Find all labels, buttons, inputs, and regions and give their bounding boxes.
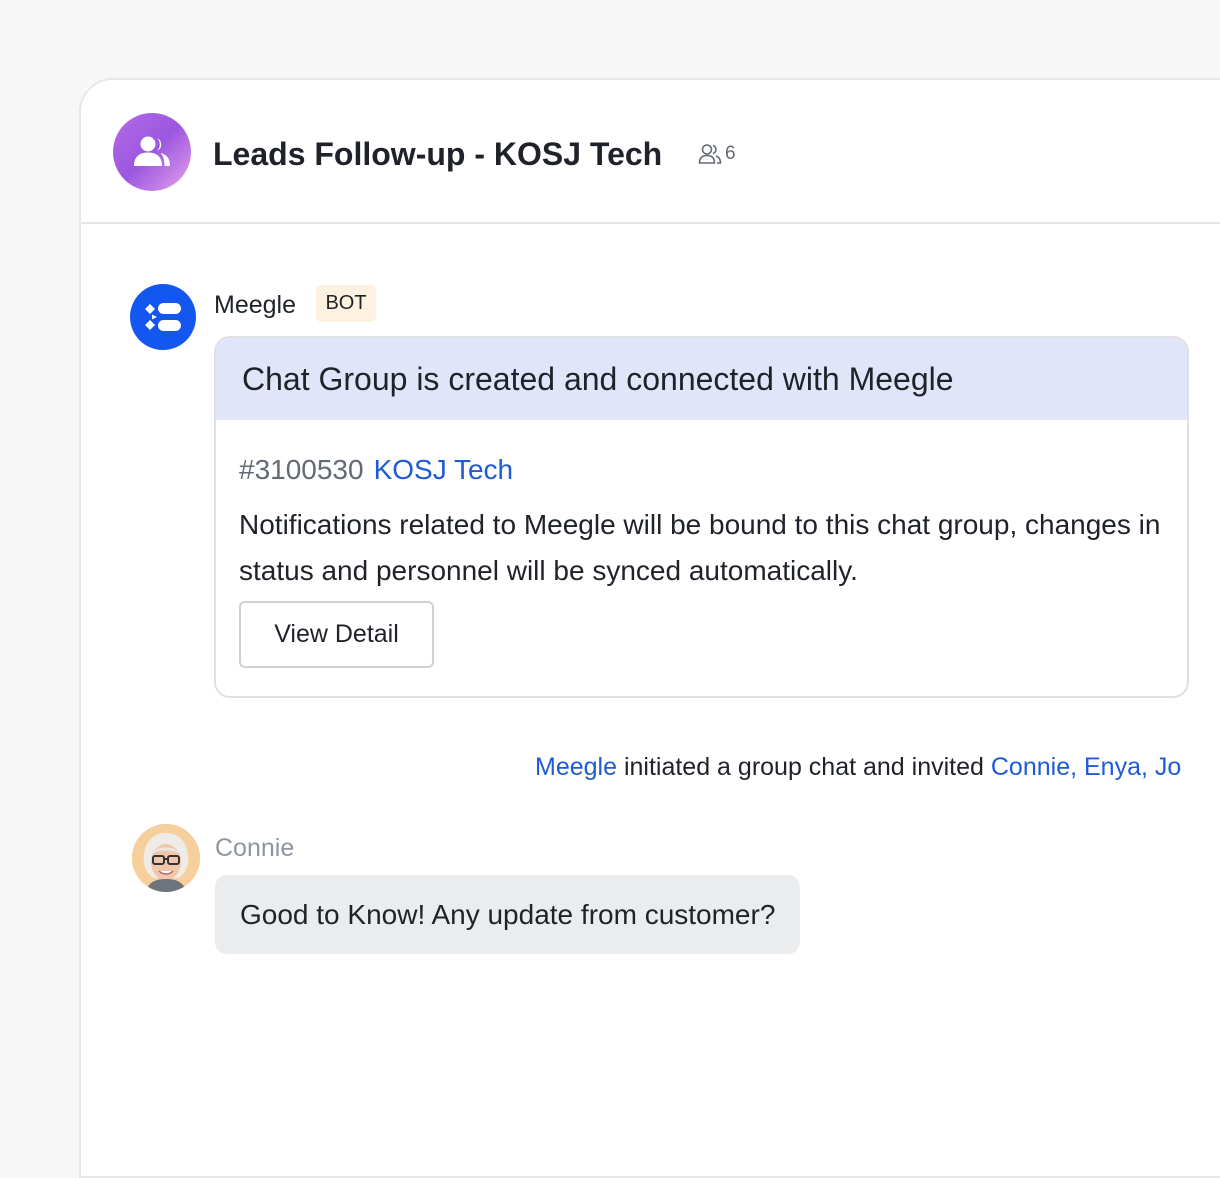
- bot-sender-name[interactable]: Meegle: [214, 288, 296, 322]
- members-icon: [698, 144, 722, 164]
- member-count[interactable]: 6: [698, 142, 736, 166]
- bot-badge: BOT: [316, 285, 376, 322]
- card-body-text: Notifications related to Meegle will be …: [239, 509, 1161, 586]
- system-actor-link[interactable]: Meegle: [535, 753, 617, 781]
- reference-link[interactable]: KOSJ Tech: [374, 454, 514, 485]
- user-sender-name[interactable]: Connie: [215, 831, 294, 865]
- view-detail-button[interactable]: View Detail: [239, 601, 434, 668]
- card-title: Chat Group is created and connected with…: [216, 338, 1187, 420]
- user-avatar[interactable]: [132, 824, 200, 892]
- message-bubble: Good to Know! Any update from customer?: [215, 875, 801, 954]
- system-message-text: initiated a group chat and invited: [617, 753, 991, 781]
- reference-number: #3100530: [239, 454, 364, 485]
- group-avatar[interactable]: [113, 113, 191, 191]
- bot-avatar[interactable]: [130, 284, 196, 350]
- chat-title: Leads Follow-up - KOSJ Tech: [213, 136, 663, 172]
- invitees-link[interactable]: Connie, Enya, Jo: [991, 753, 1181, 781]
- user-photo-icon: [132, 824, 200, 892]
- group-icon: [134, 136, 170, 166]
- member-count-value: 6: [725, 143, 736, 164]
- chat-window: Leads Follow-up - KOSJ Tech 6 Meegle BOT…: [79, 78, 1220, 1178]
- meegle-logo-icon: [145, 303, 181, 331]
- system-message: Meegle initiated a group chat and invite…: [535, 750, 1181, 784]
- message-card: Chat Group is created and connected with…: [214, 336, 1189, 698]
- chat-header: Leads Follow-up - KOSJ Tech 6: [81, 80, 1220, 224]
- card-reference: #3100530 KOSJ Tech: [239, 452, 513, 488]
